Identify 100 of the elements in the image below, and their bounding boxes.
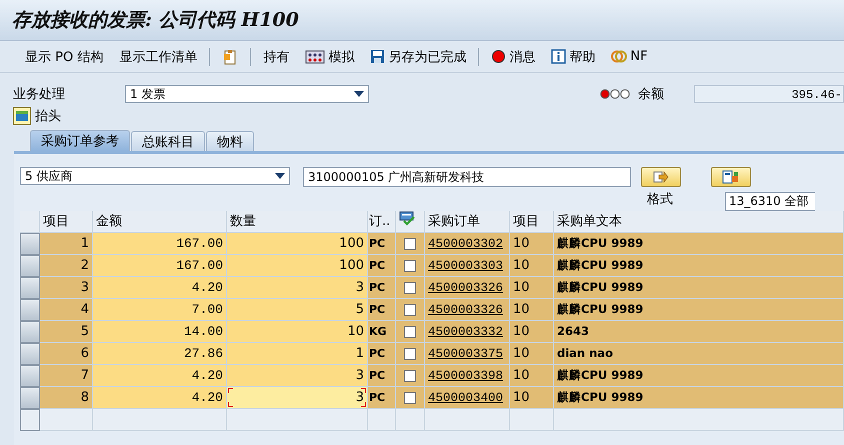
table-cell: PC [368, 343, 396, 365]
table-cell[interactable]: 1 [227, 343, 368, 365]
table-cell[interactable]: 4.20 [93, 277, 227, 299]
column-header[interactable]: 数量 [227, 211, 368, 233]
tab[interactable]: 物料 [206, 131, 254, 151]
checklist-icon [399, 211, 415, 226]
table-cell[interactable]: 3 [227, 277, 368, 299]
table-cell: 麒麟CPU 9989 [554, 387, 844, 409]
po-link[interactable]: 4500003303 [428, 259, 504, 273]
layout-field[interactable]: 13_6310 全部 [725, 192, 815, 211]
checkbox[interactable] [404, 282, 416, 294]
po-link[interactable]: 4500003332 [428, 325, 504, 339]
header-button[interactable] [13, 107, 31, 125]
po-link[interactable]: 4500003326 [428, 303, 504, 317]
table-cell: PC [368, 233, 396, 255]
table-cell[interactable]: 14.00 [93, 321, 227, 343]
table-cell[interactable]: 10 [227, 321, 368, 343]
table-cell[interactable]: 167.00 [93, 233, 227, 255]
column-header[interactable]: 金额 [93, 211, 227, 233]
caret-icon [275, 173, 285, 179]
table-cell: 麒麟CPU 9989 [554, 255, 844, 277]
column-header[interactable]: 项目 [510, 211, 554, 233]
po-link[interactable]: 4500003398 [428, 369, 504, 383]
table-cell[interactable]: 3 [227, 365, 368, 387]
po-link[interactable]: 4500003400 [428, 391, 504, 405]
row-selector[interactable] [20, 277, 40, 299]
table-cell: 麒麟CPU 9989 [554, 277, 844, 299]
table-cell: KG [368, 321, 396, 343]
table-cell: 麒麟CPU 9989 [554, 233, 844, 255]
column-header[interactable]: 采购订单 [425, 211, 510, 233]
table-cell[interactable]: 4.20 [93, 365, 227, 387]
table-cell[interactable]: 27.86 [93, 343, 227, 365]
column-header[interactable] [396, 211, 425, 233]
table-cell: 10 [510, 387, 554, 409]
vendor-field[interactable]: 3100000105 广州高新研发科技 [303, 167, 631, 187]
checkbox[interactable] [404, 238, 416, 250]
field-label: 余额 [638, 86, 664, 103]
po-link[interactable]: 4500003375 [428, 347, 504, 361]
table-cell [40, 409, 93, 431]
rings-icon [611, 49, 628, 64]
tab[interactable]: 采购订单参考 [30, 130, 130, 151]
row-selector[interactable] [20, 365, 40, 387]
field-label: 抬头 [35, 108, 61, 125]
field-label: 业务处理 [13, 86, 65, 103]
row-selector[interactable] [20, 299, 40, 321]
table-cell[interactable]: 3 [227, 387, 368, 409]
arrow-button[interactable] [641, 167, 681, 187]
row-selector[interactable] [20, 409, 40, 431]
checkbox[interactable] [404, 326, 416, 338]
table-cell: 10 [510, 343, 554, 365]
row-selector[interactable] [20, 233, 40, 255]
table-cell: 4 [40, 299, 93, 321]
table-cell: dian nao [554, 343, 844, 365]
window-title: 存放接收的发票: 公司代码 H100 [12, 8, 299, 33]
po-link[interactable]: 4500003302 [428, 237, 504, 251]
table-cell[interactable]: 167.00 [93, 255, 227, 277]
table-cell[interactable]: 100 [227, 255, 368, 277]
table-cell[interactable]: 5 [227, 299, 368, 321]
table-cell[interactable]: 100 [227, 233, 368, 255]
message-icon [491, 49, 506, 64]
table-cell[interactable]: 4.20 [93, 387, 227, 409]
column-header[interactable]: 采购单文本 [554, 211, 844, 233]
table-cell: 6 [40, 343, 93, 365]
table-cell [368, 409, 396, 431]
toolbar-button[interactable]: 显示工作清单 [112, 46, 204, 68]
table-cell: PC [368, 365, 396, 387]
clipboard-icon [222, 48, 238, 64]
checkbox[interactable] [404, 370, 416, 382]
toolbar-button[interactable]: 持有 [256, 46, 296, 68]
message-button[interactable]: 消息 [484, 46, 542, 68]
row-selector[interactable] [20, 343, 40, 365]
checkbox[interactable] [404, 392, 416, 404]
checkbox[interactable] [404, 304, 416, 316]
table-cell: 7 [40, 365, 93, 387]
row-selector[interactable] [20, 255, 40, 277]
table-cell: 麒麟CPU 9989 [554, 299, 844, 321]
simulate-button[interactable]: 模拟 [298, 46, 362, 68]
table-cell: 2 [40, 255, 93, 277]
po-link[interactable]: 4500003326 [428, 281, 504, 295]
checkbox[interactable] [404, 348, 416, 360]
table-cell: 10 [510, 321, 554, 343]
save-button[interactable]: 另存为已完成 [363, 46, 474, 68]
row-selector[interactable] [20, 387, 40, 409]
tab[interactable]: 总账科目 [131, 131, 205, 151]
column-header[interactable]: 订.. [368, 211, 396, 233]
table-cell: 10 [510, 299, 554, 321]
reference-type-dropdown[interactable]: 5 供应商 [20, 167, 290, 185]
checkbox[interactable] [404, 260, 416, 272]
transaction-dropdown[interactable]: 1 发票 [125, 85, 369, 103]
column-header[interactable]: 项目 [40, 211, 93, 233]
nf-button[interactable]: NF [604, 47, 655, 66]
table-cell: 2643 [554, 321, 844, 343]
layout-icon [722, 170, 740, 184]
table-cell: PC [368, 299, 396, 321]
layout-button[interactable] [711, 167, 751, 187]
toolbar-button[interactable]: 显示 PO 结构 [18, 46, 110, 68]
table-cell[interactable]: 7.00 [93, 299, 227, 321]
row-selector[interactable] [20, 321, 40, 343]
help-button[interactable]: 帮助 [544, 46, 602, 68]
table-cell: 3 [40, 277, 93, 299]
